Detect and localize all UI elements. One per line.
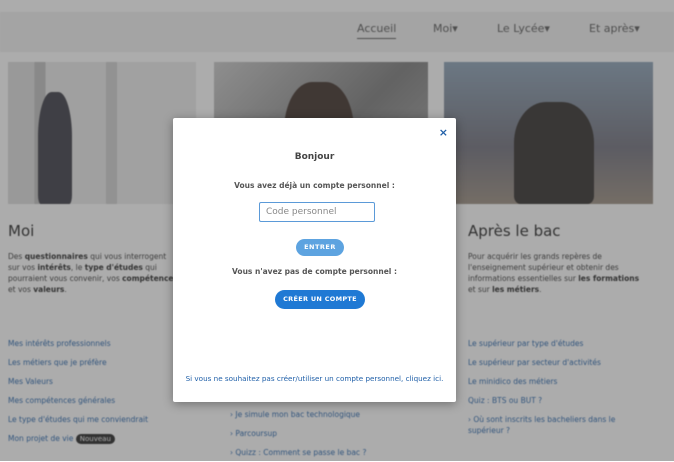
skip-account-link[interactable]: Si vous ne souhaitez pas créer/utiliser …	[173, 374, 456, 383]
login-modal: × Bonjour Vous avez déjà un compte perso…	[173, 118, 456, 402]
existing-account-prompt: Vous avez déjà un compte personnel :	[234, 181, 395, 190]
create-account-button[interactable]: CRÉER UN COMPTE	[275, 290, 365, 309]
close-icon[interactable]: ×	[439, 126, 448, 139]
modal-title: Bonjour	[294, 152, 335, 162]
code-personnel-input[interactable]	[259, 202, 375, 222]
no-account-prompt: Vous n'avez pas de compte personnel :	[232, 267, 397, 276]
enter-button[interactable]: ENTRER	[296, 239, 344, 256]
